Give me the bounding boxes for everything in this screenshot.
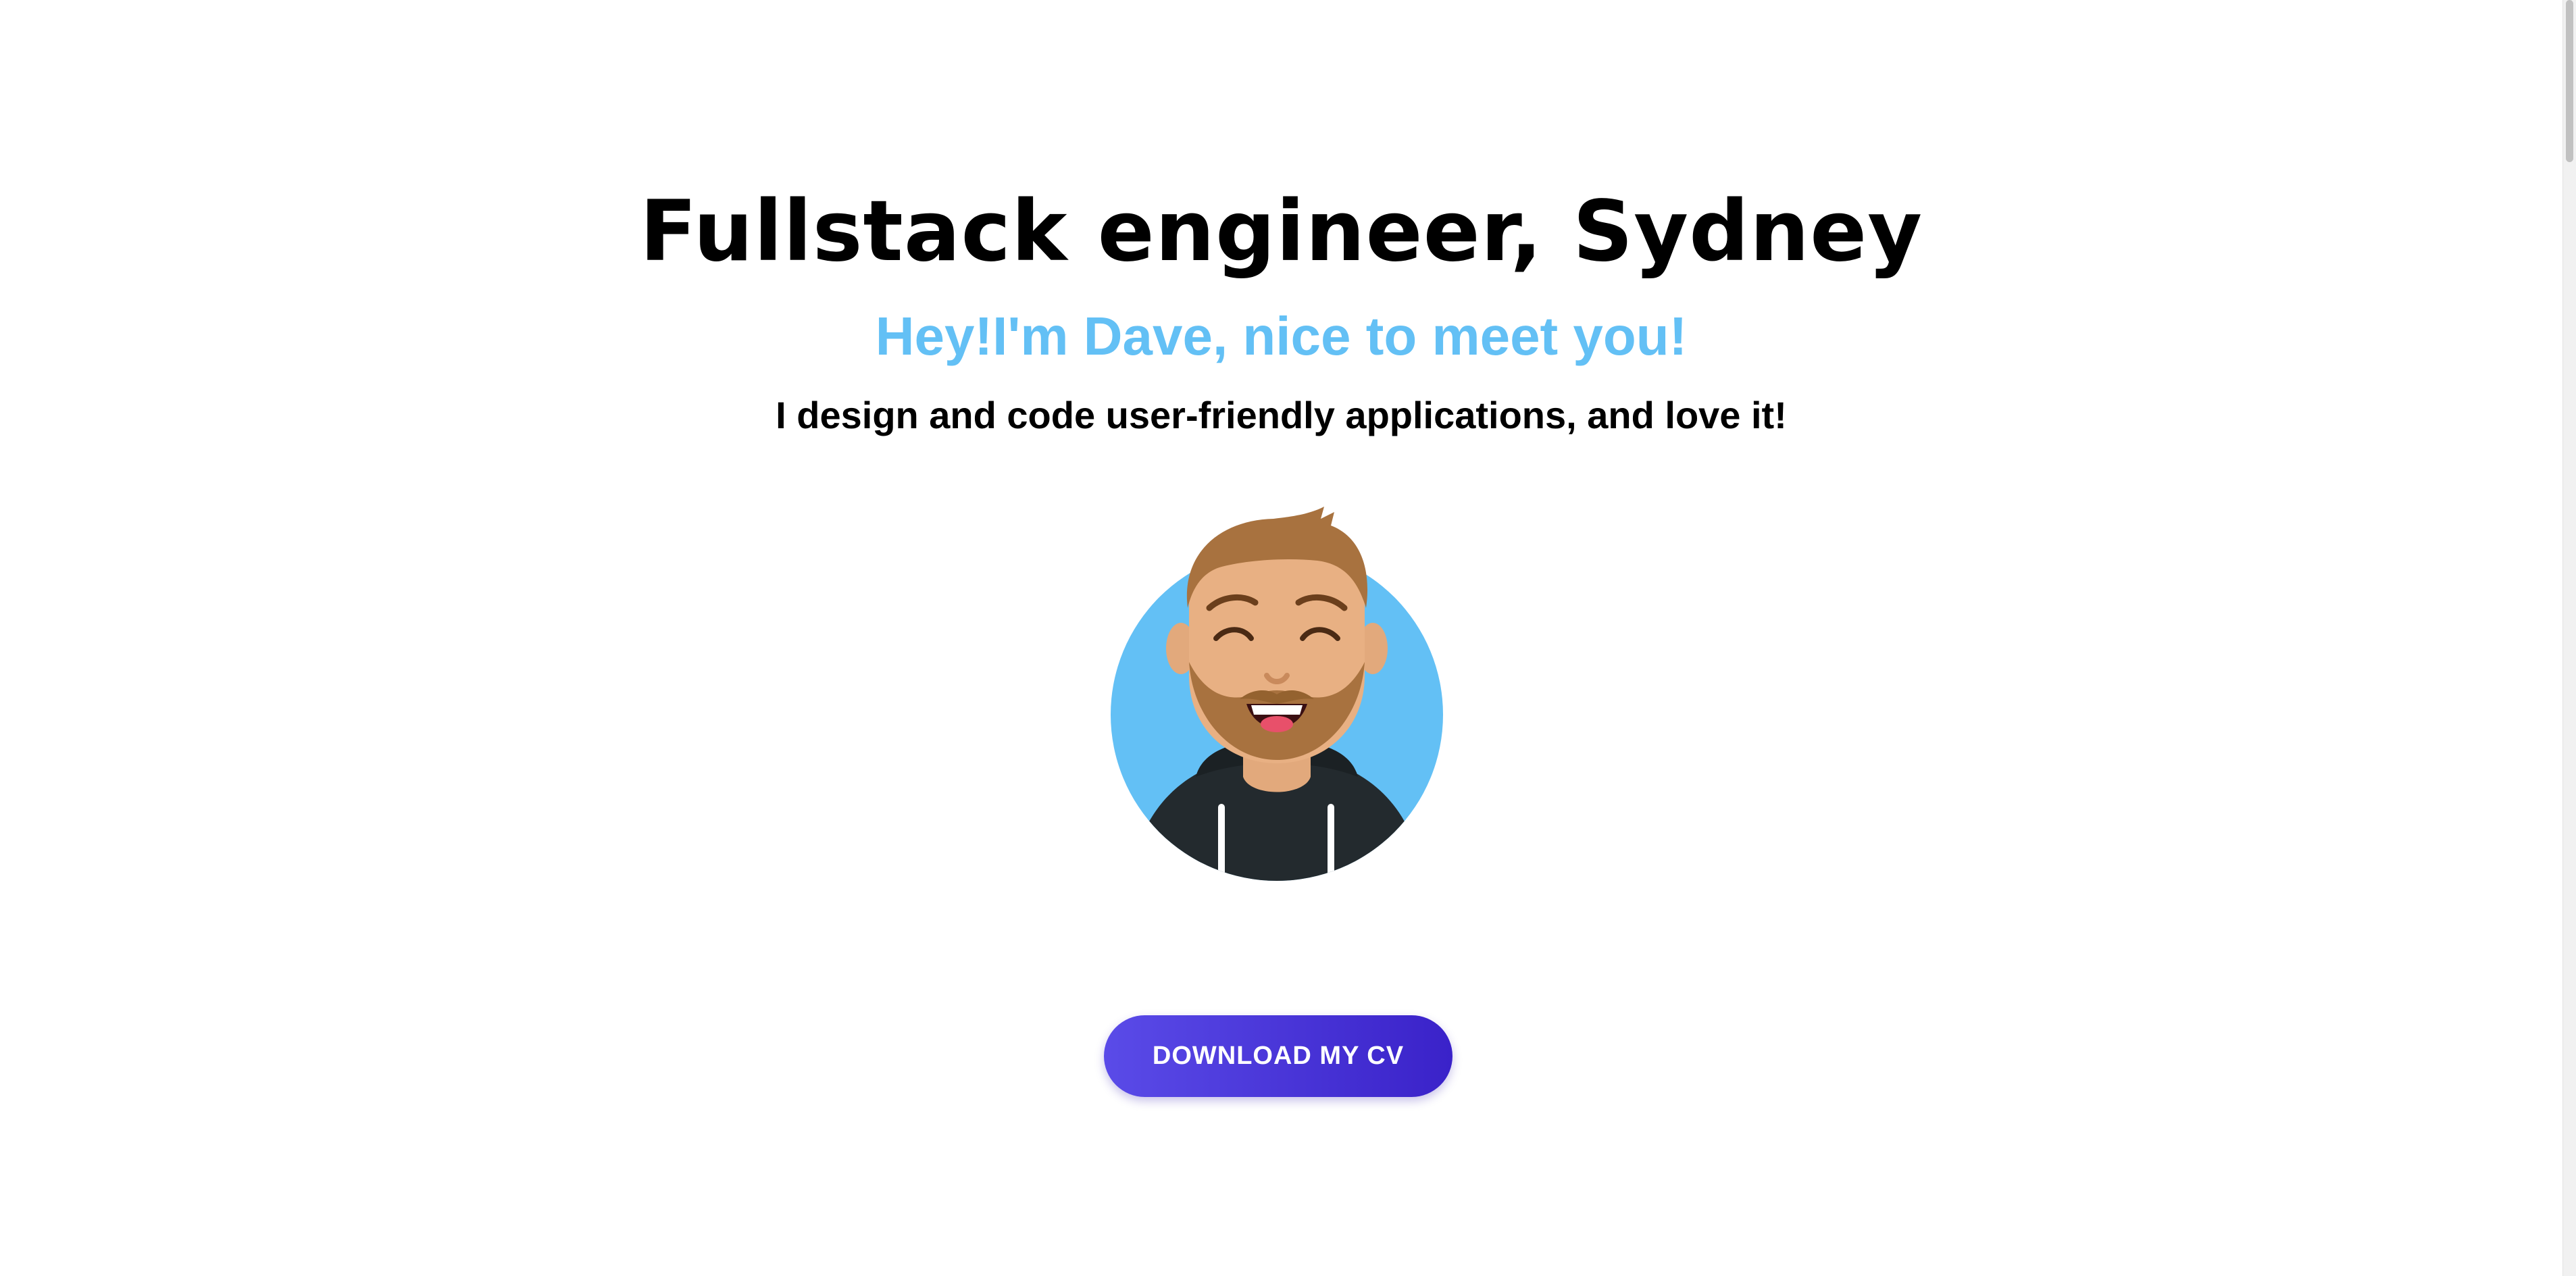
download-cv-button[interactable]: DOWNLOAD MY CV bbox=[1104, 1015, 1453, 1097]
avatar bbox=[1101, 507, 1453, 885]
vertical-scrollbar[interactable] bbox=[2562, 0, 2576, 1276]
landing-page: Fullstack engineer, Sydney Hey!I'm Dave,… bbox=[0, 0, 2562, 1276]
greeting-text: Hey!I'm Dave, nice to meet you! bbox=[875, 306, 1688, 366]
tagline-text: I design and code user-friendly applicat… bbox=[776, 394, 1787, 436]
smiling-bearded-man-avatar-icon bbox=[1111, 507, 1443, 881]
scrollbar-thumb[interactable] bbox=[2566, 0, 2573, 162]
headline: Fullstack engineer, Sydney bbox=[639, 183, 1923, 280]
